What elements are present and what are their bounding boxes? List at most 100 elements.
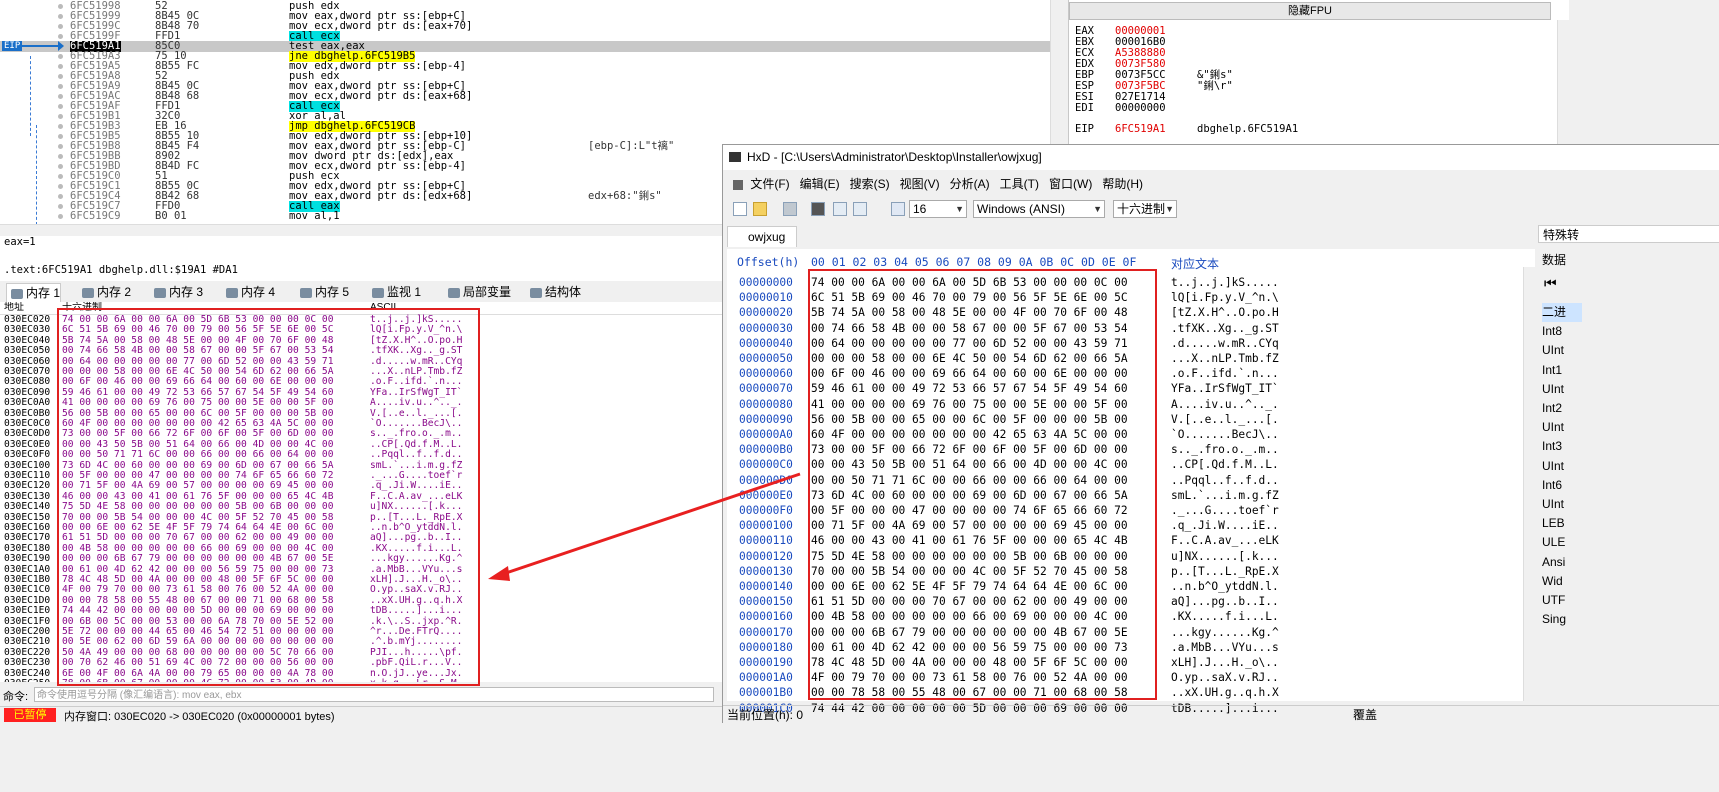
hxd-file-tab[interactable]: owjxug — [727, 226, 797, 247]
breakpoint-dot[interactable] — [58, 74, 63, 79]
hex-offset: 000000A0 — [739, 428, 793, 441]
menu-item[interactable]: 编辑(E) — [800, 173, 840, 195]
disasm-instruction: mov al,1 — [289, 210, 340, 222]
menu-item[interactable]: 帮助(H) — [1102, 173, 1143, 195]
tab-5[interactable]: 内存 5 — [296, 283, 349, 301]
offset-base-select[interactable]: 十六进制 ▼ — [1113, 200, 1177, 218]
breakpoint-dot[interactable] — [58, 194, 63, 199]
inspector-item[interactable]: ULE — [1542, 533, 1565, 552]
menu-item[interactable]: 文件(F) — [750, 173, 789, 195]
breakpoint-dot[interactable] — [58, 154, 63, 159]
hex-offset: 000000F0 — [739, 504, 793, 517]
inspector-item[interactable]: Ansi — [1542, 553, 1565, 572]
inspector-item[interactable]: UInt — [1542, 457, 1564, 476]
menu-item[interactable]: 分析(A) — [950, 173, 990, 195]
inspector-item[interactable]: 二进 — [1542, 303, 1582, 322]
hex-text: .KX.....f.i...L. — [1171, 610, 1279, 624]
breakpoint-dot[interactable] — [58, 84, 63, 89]
menu-item[interactable]: 视图(V) — [900, 173, 940, 195]
breakpoint-dot[interactable] — [58, 134, 63, 139]
breakpoint-dot[interactable] — [58, 204, 63, 209]
tab-8[interactable]: 结构体 — [526, 283, 581, 301]
inspector-title: 特殊转 — [1538, 225, 1719, 243]
new-file-icon[interactable] — [733, 202, 747, 216]
breakpoint-dot[interactable] — [58, 24, 63, 29]
hex-text: ..xX.UH.g..q.h.X — [1171, 686, 1279, 700]
hex-offset: 00000190 — [739, 656, 793, 669]
breakpoint-dot[interactable] — [58, 164, 63, 169]
breakpoint-dot[interactable] — [58, 174, 63, 179]
breakpoint-dot[interactable] — [58, 104, 63, 109]
breakpoint-dot[interactable] — [58, 54, 63, 59]
tab-2[interactable]: 内存 2 — [78, 283, 131, 301]
breakpoint-dot[interactable] — [58, 4, 63, 9]
bytes-per-row-select[interactable]: 16 ▼ — [909, 200, 967, 218]
breakpoint-dot[interactable] — [58, 94, 63, 99]
tab-icon — [530, 287, 542, 298]
inspector-subtitle: 数据 — [1542, 253, 1567, 267]
tab-7[interactable]: 局部变量 — [444, 283, 511, 301]
breakpoint-dot[interactable] — [58, 14, 63, 19]
breakpoint-dot[interactable] — [58, 214, 63, 219]
hxd-title-text: HxD - [C:\Users\Administrator\Desktop\In… — [747, 150, 1042, 164]
inspector-item[interactable]: UInt — [1542, 495, 1564, 514]
ram-icon[interactable] — [853, 202, 867, 216]
disk-icon[interactable] — [833, 202, 847, 216]
inspector-item[interactable]: UTF — [1542, 591, 1565, 610]
hxd-titlebar[interactable]: HxD - [C:\Users\Administrator\Desktop\In… — [723, 145, 1719, 170]
hex-text: lQ[i.Fp.y.V_^n.\ — [1171, 291, 1279, 305]
tab-icon — [300, 287, 312, 298]
register-name: EIP — [1075, 123, 1094, 135]
inspector-item[interactable]: LEB — [1542, 514, 1565, 533]
tab-4[interactable]: 内存 4 — [222, 283, 275, 301]
breakpoint-dot[interactable] — [58, 64, 63, 69]
inspector-item[interactable]: Int8 — [1542, 322, 1562, 341]
breakpoint-dot[interactable] — [58, 124, 63, 129]
first-record-icon[interactable]: ⏮ — [1544, 275, 1557, 292]
inspector-item[interactable]: UInt — [1542, 380, 1564, 399]
tab-icon — [226, 287, 238, 298]
register-comment: dbghelp.6FC519A1 — [1197, 123, 1299, 135]
breakpoint-dot[interactable] — [58, 34, 63, 39]
hex-offset: 00000110 — [739, 534, 793, 548]
hex-offset: 00000160 — [739, 610, 793, 624]
hex-offset: 00000050 — [739, 352, 793, 365]
inspector-item[interactable]: UInt — [1542, 418, 1564, 437]
menu-item[interactable]: 工具(T) — [1000, 173, 1039, 195]
hex-offset: 00000180 — [739, 640, 793, 654]
inspector-item[interactable]: Sing — [1542, 610, 1566, 629]
breakpoint-dot[interactable] — [58, 184, 63, 189]
save-icon[interactable] — [783, 202, 797, 216]
hex-offset: 00000130 — [739, 564, 793, 578]
menu-item[interactable]: 窗口(W) — [1049, 173, 1092, 195]
breakpoint-dot[interactable] — [58, 114, 63, 119]
menu-item[interactable]: 搜索(S) — [850, 173, 890, 195]
inspector-item[interactable]: Int6 — [1542, 476, 1562, 495]
registers-scrollbar[interactable] — [1557, 20, 1569, 144]
inspector-item[interactable]: Int3 — [1542, 437, 1562, 456]
inspector-item[interactable]: Int2 — [1542, 399, 1562, 418]
inspector-item[interactable]: Wid — [1542, 572, 1563, 591]
tab-3[interactable]: 内存 3 — [150, 283, 203, 301]
hex-offset: 000001B0 — [739, 686, 793, 700]
hxd-scrollbar[interactable] — [1523, 267, 1535, 701]
inspector-item[interactable]: Int1 — [1542, 361, 1562, 380]
charset-select[interactable]: Windows (ANSI) ▼ — [973, 200, 1105, 218]
close-file-icon[interactable] — [811, 202, 825, 216]
text-header: 对应文本 — [1171, 257, 1220, 271]
highlight-box — [57, 308, 480, 686]
open-file-icon[interactable] — [753, 202, 767, 216]
bytes-per-row-value: 16 — [913, 202, 927, 216]
tab-label: 内存 2 — [97, 285, 132, 299]
tab-1[interactable]: 内存 1 — [6, 283, 62, 302]
inspector-item[interactable]: UInt — [1542, 341, 1564, 360]
tab-6[interactable]: 监视 1 — [368, 283, 421, 301]
hex-offset: 00000100 — [739, 519, 793, 533]
hex-text: [tZ.X.H^..O.po.H — [1171, 306, 1279, 320]
command-input[interactable]: 命令使用逗号分隔 (像汇编语言): mov eax, ebx — [34, 687, 714, 702]
breakpoint-dot[interactable] — [58, 144, 63, 149]
registers-pane[interactable]: 隐藏FPU EAX 00000001 EBX 000016B0 ECX A5388880 E… — [1068, 0, 1569, 145]
chevron-down-icon: ▼ — [955, 204, 964, 214]
hex-text: .tfXK..Xg.._g.ST — [1171, 321, 1279, 335]
hide-fpu-button[interactable]: 隐藏FPU — [1069, 2, 1551, 20]
